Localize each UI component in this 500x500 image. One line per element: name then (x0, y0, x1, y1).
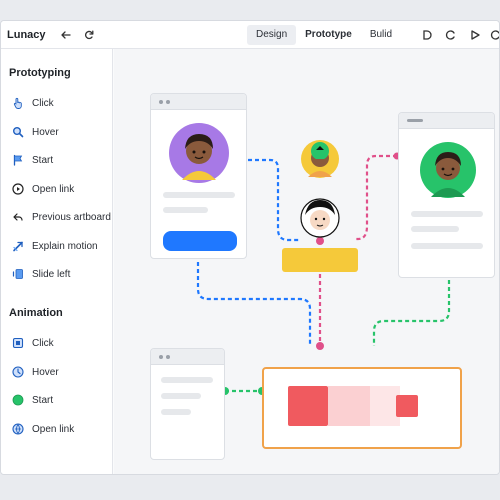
mode-tabs: Design Prototype Bulid (247, 25, 401, 45)
tab-design[interactable]: Design (247, 25, 297, 45)
anim-block-2 (328, 386, 370, 426)
arrow-left-icon[interactable] (58, 27, 74, 43)
link-icon[interactable] (443, 27, 459, 43)
sidebar-item-anim-open-link[interactable]: Open link (11, 421, 74, 437)
green-dot-icon (11, 394, 24, 407)
artboard-header (151, 94, 246, 110)
artboard-profile-left[interactable] (150, 93, 247, 259)
mask-icon[interactable] (419, 27, 435, 43)
sidebar-item-anim-start[interactable]: Start (11, 392, 53, 408)
prototype-canvas[interactable] (114, 49, 499, 474)
cta-button-yellow[interactable] (282, 248, 358, 272)
app-title: Lunacy (7, 29, 46, 41)
sidebar-item-label: Slide left (32, 268, 71, 280)
sidebar-item-label: Explain motion (32, 240, 98, 252)
slide-icon (11, 268, 24, 281)
tab-prototype[interactable]: Prototype (296, 25, 361, 45)
sidebar-item-hover[interactable]: Hover (11, 124, 59, 140)
top-toolbar: Lunacy Design Prototype Bulid (1, 21, 499, 49)
section-title-animation: Animation (9, 307, 63, 319)
magnifier-icon (11, 126, 24, 139)
sidebar-item-click[interactable]: Click (11, 95, 54, 111)
sidebar-item-label: Open link (32, 183, 75, 195)
sidebar-item-label: Open link (32, 423, 75, 435)
artboard-header (151, 349, 224, 365)
avatar-purple (169, 123, 229, 183)
tab-build[interactable]: Bulid (361, 25, 401, 45)
sidebar-item-label: Start (32, 394, 54, 406)
anim-block-1 (288, 386, 328, 426)
sidebar-item-label: Hover (32, 366, 59, 378)
flag-icon (11, 154, 24, 167)
sidebar: Prototyping Click Hover Start Open link … (1, 49, 113, 474)
sidebar-item-anim-hover[interactable]: Hover (11, 364, 59, 380)
sidebar-item-anim-click[interactable]: Click (11, 335, 54, 351)
green-hat-icon (311, 142, 329, 159)
back-arrow-icon (11, 211, 24, 224)
hand-pointer-icon (11, 97, 24, 110)
square-icon (11, 337, 24, 350)
sidebar-item-label: Start (32, 154, 54, 166)
clock-icon (11, 366, 24, 379)
sidebar-item-explain-motion[interactable]: Explain motion (11, 238, 98, 254)
app-window: Lunacy Design Prototype Bulid Prototypin… (0, 20, 500, 475)
sidebar-item-label: Previous artboard (32, 211, 111, 223)
anim-block-4 (396, 395, 418, 417)
more-icon[interactable] (488, 27, 499, 43)
animation-frame[interactable] (262, 367, 462, 449)
section-title-prototyping: Prototyping (9, 67, 71, 79)
sidebar-item-start[interactable]: Start (11, 152, 53, 168)
sidebar-item-label: Click (32, 97, 54, 109)
globe-icon (11, 423, 24, 436)
primary-button[interactable] (163, 231, 237, 251)
play-icon[interactable] (467, 27, 483, 43)
sidebar-item-open-link[interactable]: Open link (11, 181, 74, 197)
avatar-white (300, 198, 340, 238)
refresh-icon[interactable] (81, 27, 97, 43)
artboard-list[interactable] (150, 348, 225, 460)
sidebar-item-previous-artboard[interactable]: Previous artboard (11, 209, 111, 225)
motion-icon (11, 240, 24, 253)
sidebar-item-slide-left[interactable]: Slide left (11, 266, 70, 282)
sidebar-item-label: Click (32, 337, 54, 349)
play-circle-icon (11, 183, 24, 196)
avatar-green (420, 142, 476, 198)
sidebar-item-label: Hover (32, 126, 59, 138)
artboard-header (399, 113, 494, 129)
artboard-profile-right[interactable] (398, 112, 495, 278)
